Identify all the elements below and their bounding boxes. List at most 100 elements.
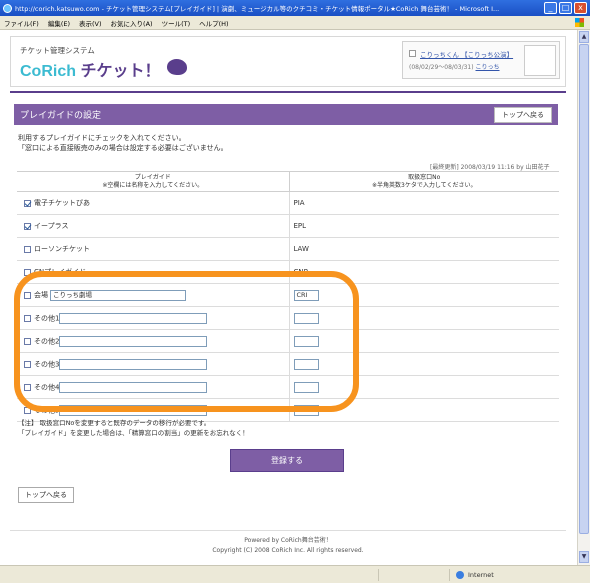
notice-text: 【注】 取扱窓口Noを変更すると既存のデータの移行が必要です。 「プレイガイド」… bbox=[18, 418, 249, 438]
code-input[interactable] bbox=[293, 358, 319, 370]
other-name-input[interactable] bbox=[59, 404, 208, 416]
back-to-top-bottom-button[interactable]: トップへ戻る bbox=[18, 487, 74, 503]
playguide-table: プレイガイド ※空欄には名称を入力してください。 取扱窓口No ※半角英数3ケタ… bbox=[17, 171, 559, 422]
playguide-label: その他2 bbox=[34, 337, 60, 345]
browser-icon bbox=[3, 3, 12, 13]
logo-ticket: チケット！ bbox=[80, 63, 161, 80]
user-period-link[interactable]: こりっち bbox=[476, 64, 500, 71]
back-to-top-button[interactable]: トップへ戻る bbox=[494, 106, 552, 123]
windows-logo-icon bbox=[575, 18, 584, 27]
menu-view[interactable]: 表示(V) bbox=[79, 18, 102, 28]
table-row: その他2 bbox=[17, 329, 559, 353]
user-link[interactable]: こりっちくん 【こりっち公演】 bbox=[420, 49, 513, 59]
table-row: 電子チケットぴあ PIA bbox=[17, 191, 559, 215]
scroll-up-icon[interactable]: ▲ bbox=[579, 31, 589, 43]
user-thumbnail bbox=[524, 45, 556, 76]
logo-subtitle: チケット管理システム bbox=[20, 46, 95, 55]
playguide-label: 会場 bbox=[34, 291, 48, 299]
table-row: イープラス EPL bbox=[17, 214, 559, 238]
status-seg bbox=[378, 568, 379, 581]
globe-icon bbox=[456, 570, 464, 579]
playguide-checkbox[interactable] bbox=[24, 360, 31, 368]
playguide-label: その他3 bbox=[34, 360, 60, 368]
vertical-scrollbar[interactable]: ▲ ▼ bbox=[577, 30, 590, 565]
register-button[interactable]: 登録する bbox=[230, 449, 344, 472]
column-header-playguide: プレイガイド ※空欄には名称を入力してください。 bbox=[17, 171, 290, 192]
code-input[interactable]: CRI bbox=[293, 289, 319, 301]
site-logo[interactable]: CoRich チケット！ bbox=[20, 57, 160, 81]
window-title: http://corich.katsuwo.com - チケット管理システム[プ… bbox=[15, 5, 500, 13]
table-row: CNプレイガイド CNP bbox=[17, 260, 559, 284]
notice-line-2: 「プレイガイド」を変更した場合は、「精算窓口の割当」の更新をお忘れなく！ bbox=[18, 429, 249, 437]
table-row: その他3 bbox=[17, 352, 559, 376]
column-header-playguide-note: ※空欄には名称を入力してください。 bbox=[102, 181, 204, 189]
code-input[interactable] bbox=[293, 381, 319, 393]
playguide-label: ローソンチケット bbox=[34, 245, 90, 253]
playguide-code: PIA bbox=[289, 191, 559, 215]
playguide-label: その他1 bbox=[34, 314, 60, 322]
close-button[interactable]: x bbox=[574, 2, 587, 14]
playguide-checkbox[interactable] bbox=[24, 337, 31, 345]
logo-brand: CoRich bbox=[20, 63, 76, 80]
footer-powered: Powered by CoRich舞台芸術！ bbox=[244, 537, 332, 544]
menubar: ファイル(F) 編集(E) 表示(V) お気に入り(A) ツール(T) ヘルプ(… bbox=[0, 16, 590, 30]
playguide-checkbox[interactable] bbox=[24, 268, 31, 276]
user-checkbox-icon bbox=[409, 50, 416, 57]
code-input[interactable] bbox=[293, 335, 319, 347]
intro-line-2: 「窓口による直接販売のみの場合は設定する必要はございません。 bbox=[18, 144, 228, 152]
other-name-input[interactable] bbox=[59, 381, 208, 393]
scroll-down-icon[interactable]: ▼ bbox=[579, 551, 589, 563]
column-header-code-note: ※半角英数3ケタで入力してください。 bbox=[372, 181, 477, 189]
footer-divider bbox=[10, 530, 566, 531]
column-header-playguide-title: プレイガイド bbox=[134, 173, 171, 181]
scrollbar-thumb[interactable] bbox=[579, 44, 589, 534]
intro-text: 利用するプレイガイドにチェックを入れてください。 「窓口による直接販売のみの場合… bbox=[18, 133, 228, 153]
menu-file[interactable]: ファイル(F) bbox=[4, 18, 39, 28]
maximize-button[interactable]: □ bbox=[559, 2, 572, 14]
playguide-checkbox[interactable] bbox=[24, 314, 31, 322]
playguide-label: CNプレイガイド bbox=[34, 268, 87, 276]
menu-edit[interactable]: 編集(E) bbox=[48, 18, 70, 28]
site-header: チケット管理システム CoRich チケット！ こりっちくん 【こりっち公演】 … bbox=[10, 36, 566, 87]
playguide-checkbox[interactable] bbox=[24, 406, 31, 414]
user-info-box: こりっちくん 【こりっち公演】 (08/02/29〜08/03/31) こりっち bbox=[402, 41, 560, 79]
column-header-code-title: 取扱窓口No bbox=[408, 173, 441, 181]
intro-line-1: 利用するプレイガイドにチェックを入れてください。 bbox=[18, 134, 186, 142]
section-header: プレイガイドの設定 トップへ戻る bbox=[14, 104, 558, 125]
minimize-button[interactable]: _ bbox=[544, 2, 557, 14]
code-input[interactable] bbox=[293, 404, 319, 416]
playguide-checkbox[interactable] bbox=[24, 383, 31, 391]
page-footer: Powered by CoRich舞台芸術！ Copyright (C) 200… bbox=[10, 536, 566, 556]
other-name-input[interactable] bbox=[59, 312, 208, 324]
column-header-code: 取扱窓口No ※半角英数3ケタで入力してください。 bbox=[289, 171, 559, 192]
menu-help[interactable]: ヘルプ(H) bbox=[199, 18, 228, 28]
status-seg bbox=[449, 568, 450, 581]
table-row: その他4 bbox=[17, 375, 559, 399]
user-period: (08/02/29〜08/03/31) こりっち bbox=[409, 62, 500, 71]
playguide-checkbox[interactable] bbox=[24, 199, 31, 207]
window-titlebar: http://corich.katsuwo.com - チケット管理システム[プ… bbox=[0, 0, 590, 16]
table-row: ローソンチケット LAW bbox=[17, 237, 559, 261]
playguide-code: EPL bbox=[289, 214, 559, 238]
table-row: その他1 bbox=[17, 306, 559, 330]
menu-favorites[interactable]: お気に入り(A) bbox=[111, 18, 153, 28]
other-name-input[interactable] bbox=[59, 335, 208, 347]
status-bar: Internet bbox=[0, 565, 590, 583]
header-divider bbox=[10, 91, 566, 93]
notice-line-1: 【注】 取扱窓口Noを変更すると既存のデータの移行が必要です。 bbox=[18, 419, 211, 427]
playguide-label: イープラス bbox=[34, 222, 69, 230]
user-period-text: (08/02/29〜08/03/31) bbox=[409, 64, 474, 71]
venue-name-input[interactable]: こりっち劇場 bbox=[50, 289, 186, 301]
playguide-code: CNP bbox=[289, 260, 559, 284]
table-row: 会場 こりっち劇場 CRI bbox=[17, 283, 559, 307]
playguide-checkbox[interactable] bbox=[24, 245, 31, 253]
playguide-checkbox[interactable] bbox=[24, 291, 31, 299]
code-input[interactable] bbox=[293, 312, 319, 324]
playguide-label: その他4 bbox=[34, 383, 60, 391]
playguide-checkbox[interactable] bbox=[24, 222, 31, 230]
other-name-input[interactable] bbox=[59, 358, 208, 370]
menu-tools[interactable]: ツール(T) bbox=[162, 18, 191, 28]
page-title: プレイガイドの設定 bbox=[20, 111, 102, 121]
playguide-label: その他5 bbox=[34, 406, 60, 414]
playguide-code: LAW bbox=[289, 237, 559, 261]
